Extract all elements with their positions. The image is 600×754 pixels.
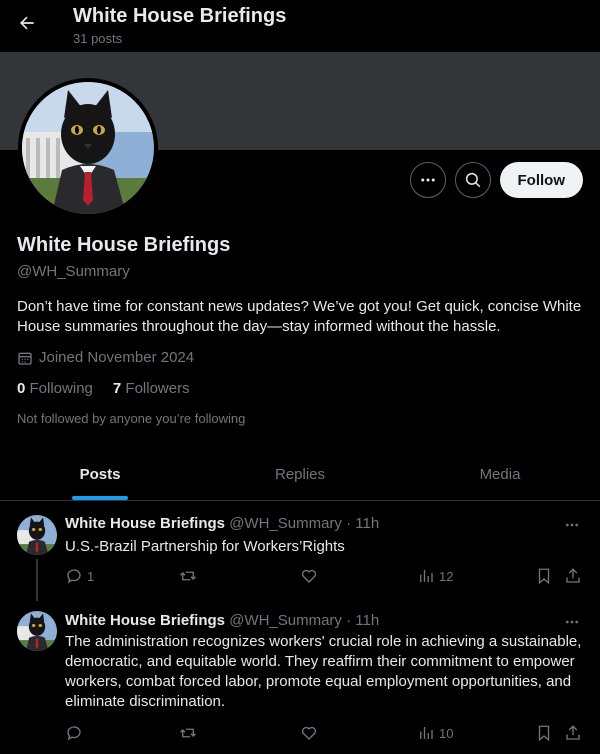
profile-name: White House Briefings bbox=[17, 234, 231, 256]
post-actions: 1 12 bbox=[65, 567, 585, 589]
heart-icon bbox=[301, 726, 317, 740]
bookmark-button[interactable] bbox=[535, 724, 553, 742]
tab-replies[interactable]: Replies bbox=[200, 448, 400, 500]
top-bar: White House Briefings 31 posts bbox=[0, 0, 600, 52]
calendar-icon bbox=[18, 352, 32, 365]
page-title: White House Briefings bbox=[73, 5, 287, 27]
share-icon bbox=[566, 725, 580, 740]
avatar-cat-image bbox=[17, 611, 57, 651]
post-avatar[interactable] bbox=[17, 611, 57, 651]
post-item[interactable]: White House Briefings @WH_Summary · 11h … bbox=[0, 601, 600, 754]
views-button[interactable]: 10 bbox=[417, 724, 453, 742]
post-avatar[interactable] bbox=[17, 515, 57, 555]
profile-handle: @WH_Summary bbox=[17, 263, 130, 280]
like-button[interactable] bbox=[300, 567, 318, 585]
post-item[interactable]: White House Briefings @WH_Summary · 11h … bbox=[0, 501, 600, 601]
repost-button[interactable] bbox=[179, 567, 197, 585]
follow-stats: 0 Following 7 Followers bbox=[17, 380, 190, 397]
more-horizontal-icon bbox=[566, 523, 578, 527]
bookmark-icon bbox=[538, 725, 550, 742]
followers-link[interactable]: 7 Followers bbox=[113, 380, 190, 397]
joined-date: Joined November 2024 bbox=[17, 349, 194, 366]
like-button[interactable] bbox=[300, 724, 318, 742]
back-button[interactable] bbox=[14, 10, 40, 36]
arrow-left-icon bbox=[20, 16, 34, 30]
reply-icon bbox=[67, 569, 81, 584]
active-tab-indicator bbox=[72, 496, 128, 500]
repost-button[interactable] bbox=[179, 724, 197, 742]
repost-icon bbox=[180, 728, 196, 738]
post-author-name[interactable]: White House Briefings bbox=[65, 612, 225, 629]
profile-actions: Follow bbox=[409, 162, 583, 198]
following-link[interactable]: 0 Following bbox=[17, 380, 93, 397]
views-count: 10 bbox=[439, 725, 454, 741]
views-count: 12 bbox=[439, 568, 454, 584]
post-header: White House Briefings @WH_Summary · 11h bbox=[65, 612, 379, 629]
following-label: Following bbox=[29, 380, 93, 397]
share-button[interactable] bbox=[564, 724, 582, 742]
post-more-button[interactable] bbox=[563, 613, 581, 631]
post-meta: @WH_Summary · 11h bbox=[229, 515, 380, 532]
reply-count: 1 bbox=[87, 568, 95, 584]
followed-by-note: Not followed by anyone you’re following bbox=[17, 411, 246, 426]
post-meta: @WH_Summary · 11h bbox=[229, 612, 380, 629]
views-icon bbox=[420, 570, 433, 582]
bookmark-button[interactable] bbox=[535, 567, 553, 585]
tab-media-label: Media bbox=[479, 465, 521, 483]
post-more-button[interactable] bbox=[563, 516, 581, 534]
heart-icon bbox=[301, 569, 317, 583]
share-icon bbox=[566, 568, 580, 583]
tab-posts[interactable]: Posts bbox=[0, 448, 200, 500]
followers-count: 7 bbox=[112, 380, 122, 397]
profile-avatar[interactable] bbox=[18, 78, 158, 218]
followers-label: Followers bbox=[125, 380, 190, 397]
views-icon bbox=[420, 727, 433, 739]
post-text: The administration recognizes workers' c… bbox=[65, 633, 582, 710]
joined-text: Joined November 2024 bbox=[39, 349, 195, 366]
post-text: U.S.-Brazil Partnership for Workers’Righ… bbox=[65, 538, 345, 555]
thread-line bbox=[36, 559, 38, 601]
reply-button[interactable] bbox=[65, 724, 87, 742]
avatar-cat-image bbox=[17, 515, 57, 555]
reply-icon bbox=[67, 726, 81, 741]
tab-posts-label: Posts bbox=[79, 465, 121, 483]
tab-replies-label: Replies bbox=[274, 465, 326, 483]
post-actions: 10 bbox=[65, 724, 585, 746]
avatar-cat-image bbox=[22, 82, 154, 214]
more-button[interactable] bbox=[409, 162, 446, 198]
following-count: 0 bbox=[17, 380, 26, 397]
share-button[interactable] bbox=[564, 567, 582, 585]
reply-button[interactable]: 1 bbox=[65, 567, 94, 585]
tab-media[interactable]: Media bbox=[400, 448, 600, 500]
search-button[interactable] bbox=[454, 162, 491, 198]
profile-bio: Don’t have time for constant news update… bbox=[17, 298, 582, 335]
profile-tabs: Posts Replies Media bbox=[0, 448, 600, 501]
more-horizontal-icon bbox=[420, 178, 435, 182]
post-header: White House Briefings @WH_Summary · 11h bbox=[65, 515, 379, 532]
bookmark-icon bbox=[538, 568, 550, 585]
post-count: 31 posts bbox=[73, 31, 123, 46]
repost-icon bbox=[180, 571, 196, 581]
post-author-name[interactable]: White House Briefings bbox=[65, 515, 225, 532]
follow-button[interactable]: Follow bbox=[499, 162, 583, 198]
views-button[interactable]: 12 bbox=[417, 567, 453, 585]
search-icon bbox=[465, 172, 480, 188]
more-horizontal-icon bbox=[566, 620, 578, 624]
